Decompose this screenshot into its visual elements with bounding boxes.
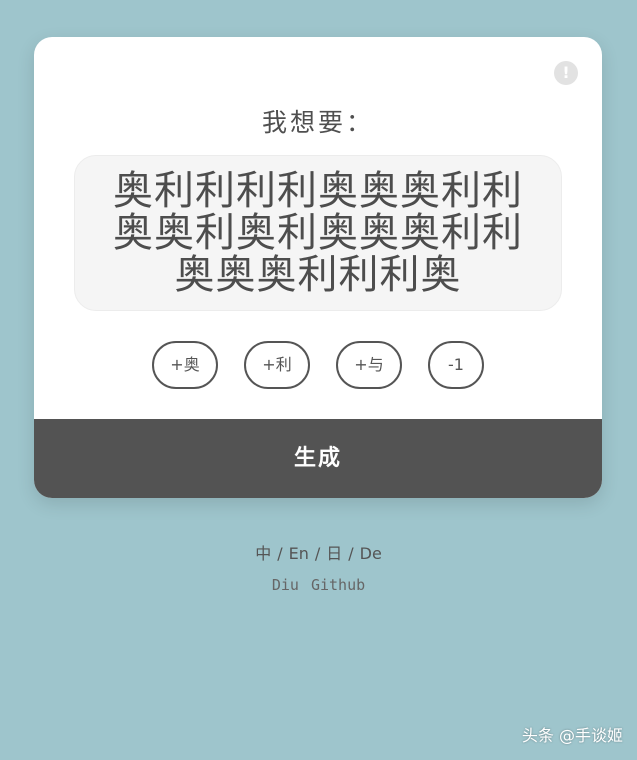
- main-card: ! 我想要： 奥利利利利奥奥奥利利奥奥利奥利奥奥奥利利奥奥奥利利利奥 +奥 +利…: [34, 37, 602, 498]
- generate-button[interactable]: 生成: [34, 419, 602, 498]
- add-li-button[interactable]: +利: [244, 341, 310, 389]
- language-switcher: 中 / En / 日 / De: [0, 540, 637, 564]
- prompt-heading: 我想要：: [261, 108, 374, 137]
- lang-ja-link[interactable]: 日: [326, 540, 342, 564]
- footer-links: Diu Github: [0, 576, 637, 594]
- github-link[interactable]: Github: [311, 576, 365, 594]
- lang-zh-link[interactable]: 中: [255, 540, 271, 564]
- output-display: 奥利利利利奥奥奥利利奥奥利奥利奥奥奥利利奥奥奥利利利奥: [74, 155, 562, 311]
- add-ao-button[interactable]: +奥: [152, 341, 218, 389]
- lang-de-link[interactable]: De: [360, 544, 382, 563]
- remove-one-button[interactable]: -1: [428, 341, 484, 389]
- output-text: 奥利利利利奥奥奥利利奥奥利奥利奥奥奥利利奥奥奥利利利奥: [113, 168, 523, 298]
- action-buttons: +奥 +利 +与 -1: [34, 341, 602, 389]
- diu-link[interactable]: Diu: [272, 576, 299, 594]
- watermark: 头条 @手谈姬: [521, 726, 623, 745]
- separator: /: [277, 544, 283, 563]
- info-icon[interactable]: !: [554, 61, 578, 85]
- separator: /: [348, 544, 354, 563]
- lang-en-link[interactable]: En: [289, 544, 309, 563]
- separator: /: [314, 544, 321, 563]
- add-yu-button[interactable]: +与: [336, 341, 402, 389]
